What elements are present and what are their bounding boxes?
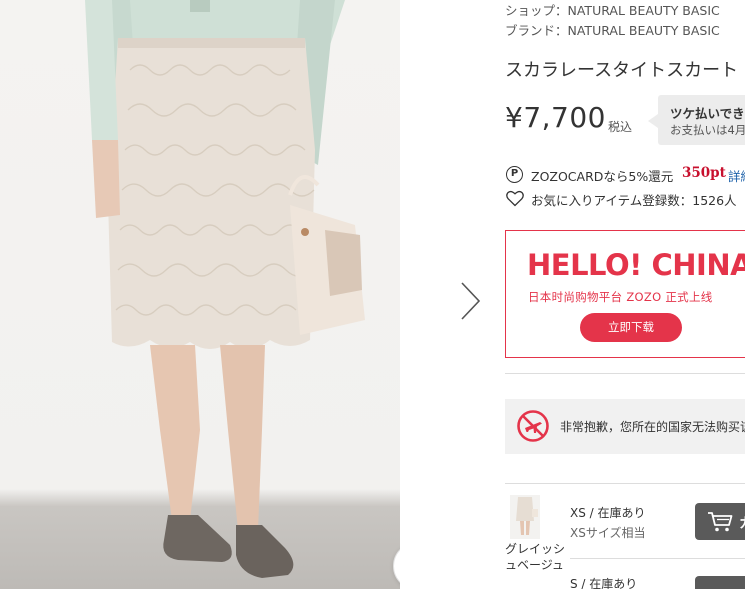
banner-subtitle: 日本时尚购物平台 ZOZO 正式上线 <box>528 290 713 304</box>
thumbnail-image <box>516 497 538 535</box>
variant-color-name: グレイッシュベージュ <box>505 542 566 572</box>
zozocard-detail-link[interactable]: 詳細 <box>728 166 745 185</box>
divider <box>505 483 745 484</box>
variant-thumbnail[interactable] <box>510 495 540 539</box>
tsuke-payment-tooltip: ツケ払いできま お支払いは4月 <box>648 95 745 145</box>
divider <box>570 558 745 559</box>
favorite-count-text: お気に入りアイテム登録数：1526人 <box>531 193 737 208</box>
tsuke-title: ツケ払いできま <box>670 106 745 121</box>
cart-icon <box>708 512 733 532</box>
cart-button-label: カ <box>739 513 745 533</box>
point-icon: P <box>506 166 523 183</box>
brand-link[interactable]: ブランド：NATURAL BEAUTY BASIC <box>505 21 720 41</box>
banner-title: HELLO! CHINA <box>527 248 745 282</box>
variant-size-stock: XS / 在庫あり <box>570 506 646 520</box>
add-to-cart-button-2[interactable] <box>695 576 745 589</box>
add-to-cart-button[interactable]: カ <box>695 503 745 540</box>
notice-text: 非常抱歉，您所在的国家无法购买该 <box>560 420 745 434</box>
download-button[interactable]: 立即下载 <box>580 313 682 342</box>
divider <box>505 373 745 374</box>
tax-label: 税込 <box>608 120 633 134</box>
hello-china-banner[interactable]: HELLO! CHINA 日本时尚购物平台 ZOZO 正式上线 立即下载 <box>505 230 745 358</box>
product-price: ¥7,700 <box>505 101 606 134</box>
tsuke-subtitle: お支払いは4月 <box>670 123 745 137</box>
heart-icon[interactable] <box>506 190 524 207</box>
variant-size-stock-2: S / 在庫あり <box>570 577 638 589</box>
chevron-right-icon[interactable] <box>456 280 484 322</box>
no-airplane-icon <box>517 410 549 442</box>
product-illustration <box>85 0 365 578</box>
variant-row: グレイッシュベージュ XS / 在庫あり XSサイズ相当 カ <box>505 495 745 575</box>
zozocard-text: ZOZOCARDなら5%還元 <box>531 169 674 184</box>
shop-link[interactable]: ショップ：NATURAL BEAUTY BASIC <box>505 1 720 21</box>
product-title: スカラレースタイトスカート <box>505 60 739 81</box>
product-info-column: ショップ：NATURAL BEAUTY BASIC ブランド：NATURAL B… <box>505 0 745 589</box>
zozocard-points: 350pt <box>682 165 726 181</box>
product-photo <box>0 0 400 589</box>
shipping-notice: 非常抱歉，您所在的国家无法购买该 <box>505 399 745 454</box>
variant-size-equivalent: XSサイズ相当 <box>570 526 646 540</box>
